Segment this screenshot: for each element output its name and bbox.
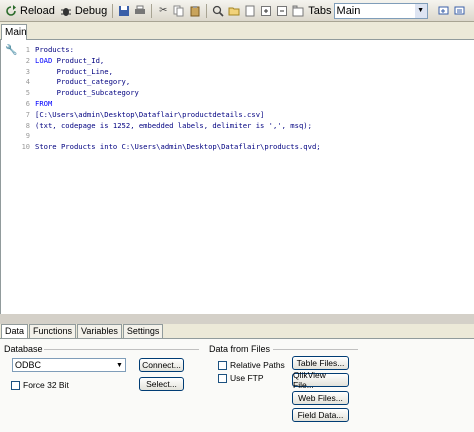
chevron-down-icon: ▼ <box>414 3 427 18</box>
code-line[interactable]: FROM <box>35 99 321 110</box>
code-line[interactable] <box>35 131 321 142</box>
code-line[interactable]: Products: <box>35 45 321 56</box>
select-button[interactable]: Select... <box>139 377 184 391</box>
script-tab-bar: Main <box>0 22 474 41</box>
toolbar: Reload Debug ✂ Tabs Main ▼ <box>0 0 474 22</box>
print-icon[interactable] <box>132 3 148 19</box>
line-number: 9 <box>25 132 30 141</box>
reload-label: Reload <box>20 4 55 17</box>
line-number: 4 <box>25 78 30 87</box>
checkbox[interactable] <box>218 373 227 383</box>
code-line[interactable]: [C:\Users\admin\Desktop\Dataflair\produc… <box>35 110 321 121</box>
tab-variables[interactable]: Variables <box>77 324 122 338</box>
toolbar-separator <box>112 3 114 18</box>
chevron-down-icon: ▼ <box>116 361 123 369</box>
line-number: 1 <box>25 46 30 54</box>
code-line[interactable]: (txt, codepage is 1252, embedded labels,… <box>35 121 321 132</box>
panel-tab-bar: Data Functions Variables Settings <box>0 324 474 339</box>
code-text: Product_Id, <box>52 55 105 65</box>
tabs-icon[interactable] <box>290 3 306 19</box>
toolbar-separator <box>206 3 208 18</box>
tab-functions[interactable]: Functions <box>29 324 77 338</box>
tabs-label: Tabs <box>308 4 332 17</box>
checkbox[interactable] <box>218 360 227 370</box>
tab-data[interactable]: Data <box>1 324 29 338</box>
divider <box>44 349 199 350</box>
code-line[interactable]: LOAD Product_Id, <box>35 56 321 67</box>
tab-main[interactable]: Main <box>1 24 27 41</box>
copy-icon[interactable] <box>171 3 187 19</box>
debug-label: Debug <box>74 4 108 17</box>
files-group-label: Data from Files <box>209 344 271 354</box>
code-line[interactable]: Product_Line, <box>35 67 321 78</box>
checkbox[interactable] <box>11 380 20 390</box>
open-folder-icon[interactable] <box>226 3 242 19</box>
reload-icon <box>4 4 18 18</box>
line-number: 10 <box>21 143 30 152</box>
line-number: 8 <box>25 121 30 130</box>
find-icon[interactable] <box>210 3 226 19</box>
document-icon[interactable] <box>242 3 258 19</box>
add-tab-icon[interactable] <box>436 3 452 19</box>
tabs-select[interactable]: Main ▼ <box>333 2 428 19</box>
table-files-button[interactable]: Table Files... <box>292 356 349 370</box>
connect-button[interactable]: Connect... <box>139 358 184 372</box>
database-select-value: ODBC <box>15 360 42 370</box>
code-line[interactable]: Product_Subcategory <box>35 88 321 99</box>
paste-icon[interactable] <box>187 3 203 19</box>
tab-settings[interactable]: Settings <box>122 324 164 338</box>
toolbar-separator <box>151 3 153 18</box>
script-code[interactable]: Products: LOAD Product_Id, Product_Line, … <box>35 45 321 153</box>
divider <box>273 349 358 350</box>
relative-paths-checkbox[interactable]: Relative Paths <box>218 360 285 370</box>
debug-button[interactable]: Debug <box>57 2 109 20</box>
script-editor[interactable]: 🔧 1 2 3 4 5 6 7 8 9 10 Products: LOAD Product_Id, … <box>0 40 474 354</box>
code-line[interactable]: Product_category, <box>35 77 321 88</box>
line-number: 5 <box>25 89 30 98</box>
line-number: 6 <box>25 99 30 108</box>
line-number: 3 <box>25 67 30 76</box>
editor-gutter: 🔧 <box>1 40 19 310</box>
database-group-label: Database <box>4 344 43 354</box>
line-number: 2 <box>25 56 30 65</box>
database-select[interactable]: ODBC ▼ <box>12 358 126 372</box>
save-icon[interactable] <box>116 3 132 19</box>
force-32-bit-checkbox[interactable]: Force 32 Bit <box>11 380 69 390</box>
use-ftp-checkbox[interactable]: Use FTP <box>218 373 264 383</box>
cut-icon[interactable]: ✂ <box>155 3 171 19</box>
collapse-icon[interactable] <box>274 3 290 19</box>
qlikview-file-button[interactable]: QlikView File... <box>292 370 349 390</box>
line-numbers: 1 2 3 4 5 6 7 8 9 10 <box>20 45 30 153</box>
debug-icon <box>59 4 73 18</box>
tabs-select-value: Main <box>336 4 361 17</box>
web-files-button[interactable]: Web Files... <box>292 391 349 405</box>
data-panel: Database ODBC ▼ Connect... Select... For… <box>0 339 474 432</box>
field-data-button[interactable]: Field Data... <box>292 408 349 422</box>
expand-icon[interactable] <box>258 3 274 19</box>
force-32-bit-label: Force 32 Bit <box>23 380 69 390</box>
wrench-icon: 🔧 <box>5 45 18 56</box>
use-ftp-label: Use FTP <box>230 373 264 383</box>
code-line[interactable]: Store Products into C:\Users\admin\Deskt… <box>35 142 321 153</box>
relative-paths-label: Relative Paths <box>230 360 285 370</box>
reload-button[interactable]: Reload <box>2 2 57 20</box>
keyword: LOAD <box>35 55 53 65</box>
line-number: 7 <box>25 110 30 119</box>
tab-order-icon[interactable] <box>452 3 468 19</box>
